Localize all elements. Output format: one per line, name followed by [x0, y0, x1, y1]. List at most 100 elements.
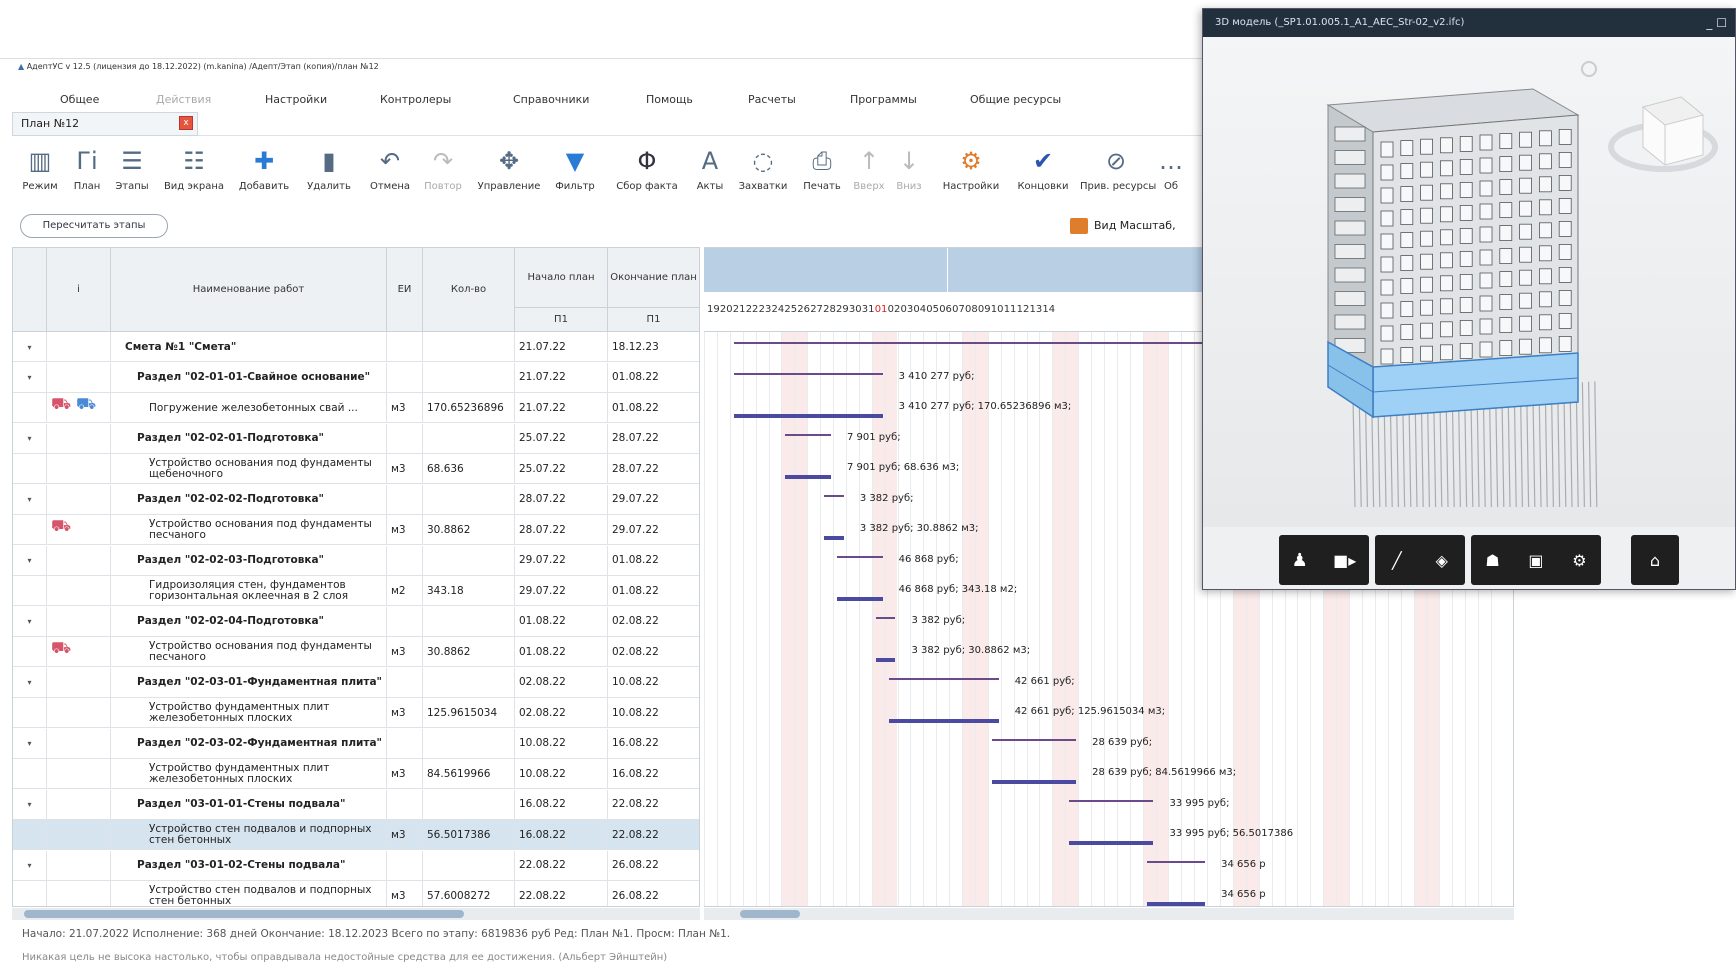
table-row[interactable]: ▾ Раздел "02-01-01-Свайное основание" 21.0… [13, 362, 699, 393]
expand-toggle-icon[interactable] [13, 515, 47, 545]
toolbar-button-stages[interactable]: ☰ Этапы [110, 144, 154, 200]
table-row[interactable]: ▾ Раздел "02-03-01-Фундаментная плита" 02.… [13, 667, 699, 698]
task-bar[interactable] [875, 658, 896, 662]
toolbar-button-endings[interactable]: ✔ Концовки [1010, 144, 1076, 200]
table-row[interactable]: Устройство стен подвалов и подпорных сте… [13, 881, 699, 906]
table-row[interactable]: ⛟ Устройство основания под фундаменты пес… [13, 515, 699, 545]
properties-icon[interactable]: ▣ [1528, 551, 1543, 570]
cube-icon[interactable]: ◈ [1436, 551, 1448, 570]
gantt-hscrollbar[interactable] [704, 908, 1514, 920]
table-row[interactable]: ⛟ ⛟ Погружение железобетонных свай ... м3 17… [13, 393, 699, 423]
ruler-icon[interactable]: ╱ [1392, 551, 1402, 570]
col-info-header[interactable]: i [47, 248, 111, 332]
toolbar-button-redo[interactable]: ↷ Повтор [420, 144, 466, 200]
toolbar-button-filter[interactable]: ▼ Фильтр [550, 144, 600, 200]
toolbar-button-more[interactable]: … Об [1156, 144, 1186, 200]
menu-item-5[interactable]: Помощь [646, 93, 693, 106]
summary-bar[interactable] [733, 372, 883, 375]
toolbar-button-trash[interactable]: ▮ Удалить [300, 144, 358, 200]
expand-toggle-icon[interactable]: ▾ [13, 606, 47, 637]
gantt-scroll-thumb[interactable] [740, 910, 800, 918]
recalculate-stages-button[interactable]: Пересчитать этапы [20, 214, 168, 238]
summary-bar[interactable] [888, 677, 999, 680]
toolbar-button-fact[interactable]: Φ Сбор факта [610, 144, 684, 200]
model-3d-titlebar[interactable]: 3D модель (_SP1.01.005.1_A1_AEC_Str-02_v… [1203, 9, 1735, 37]
menu-item-4[interactable]: Справочники [513, 93, 589, 106]
expand-toggle-icon[interactable]: ▾ [13, 789, 47, 820]
task-bar[interactable] [1146, 902, 1206, 906]
expand-toggle-icon[interactable] [13, 393, 47, 423]
menu-item-6[interactable]: Расчеты [748, 93, 796, 106]
toolbar-button-mode[interactable]: ▥ Режим [18, 144, 62, 200]
col-qty-header[interactable]: Кол-во [423, 248, 515, 332]
task-bar[interactable] [785, 475, 831, 479]
table-row[interactable]: ▾ Смета №1 "Смета" 21.07.22 18.12.23 [13, 332, 699, 362]
table-scroll-thumb[interactable] [24, 910, 464, 918]
expand-toggle-icon[interactable] [13, 698, 47, 728]
camera-icon[interactable]: ■▸ [1333, 551, 1356, 570]
table-hscrollbar[interactable] [12, 908, 700, 920]
expand-toggle-icon[interactable] [13, 759, 47, 789]
table-row[interactable]: ▾ Раздел "02-02-04-Подготовка" 01.08.22 02.… [13, 606, 699, 637]
toolbar-button-undo[interactable]: ↶ Отмена [366, 144, 414, 200]
window-controls[interactable]: _ ☐ [1706, 9, 1727, 37]
task-bar[interactable] [733, 414, 883, 418]
summary-bar[interactable] [1146, 860, 1206, 863]
toolbar-button-screen-view[interactable]: ☷ Вид экрана [160, 144, 228, 200]
expand-toggle-icon[interactable]: ▾ [13, 423, 47, 454]
col-start-header[interactable]: Начало план [515, 248, 608, 308]
expand-toggle-icon[interactable]: ▾ [13, 667, 47, 698]
tab-plan-12[interactable]: План №12 [12, 112, 198, 136]
menu-item-8[interactable]: Общие ресурсы [970, 93, 1061, 106]
menu-item-7[interactable]: Программы [850, 93, 917, 106]
summary-bar[interactable] [1069, 799, 1154, 802]
toolbar-button-arrow-up[interactable]: ↑ Вверх [852, 144, 886, 200]
summary-bar[interactable] [837, 555, 883, 558]
expand-toggle-icon[interactable]: ▾ [13, 484, 47, 515]
table-row[interactable]: Устройство основания под фундаменты щебе… [13, 454, 699, 484]
menu-item-1[interactable]: Действия [156, 93, 211, 106]
toolbar-button-print[interactable]: ⎙ Печать [798, 144, 846, 200]
expand-toggle-icon[interactable] [13, 881, 47, 906]
table-row[interactable]: ▾ Раздел "02-02-03-Подготовка" 29.07.22 01.… [13, 545, 699, 576]
toolbar-button-arrow-down[interactable]: ↓ Вниз [892, 144, 926, 200]
table-row[interactable]: ▾ Раздел "03-01-01-Стены подвала" 16.08.22… [13, 789, 699, 820]
building-model[interactable] [1326, 88, 1580, 419]
task-bar[interactable] [837, 597, 883, 601]
table-row[interactable]: ▾ Раздел "02-03-02-Фундаментная плита" 10.… [13, 728, 699, 759]
person-icon[interactable]: ♟ [1292, 550, 1308, 571]
toolbar-button-grips[interactable]: ◌ Захватки [734, 144, 792, 200]
toolbar-button-settings[interactable]: ⚙ Настройки [938, 144, 1004, 200]
view-scale-button[interactable]: Вид Масштаб, [1070, 214, 1176, 238]
table-row[interactable]: Устройство стен подвалов и подпорных сте… [13, 820, 699, 850]
settings-icon[interactable]: ⚙ [1572, 551, 1586, 570]
toolbar-button-acts[interactable]: A Акты [692, 144, 728, 200]
toolbar-button-plan[interactable]: Гi План [68, 144, 106, 200]
table-row[interactable]: ▾ Раздел "03-01-02-Стены подвала" 22.08.22… [13, 850, 699, 881]
expand-toggle-icon[interactable]: ▾ [13, 728, 47, 759]
table-row[interactable]: Устройство фундаментных плит железобетон… [13, 698, 699, 728]
col-end-header[interactable]: Окончание план [608, 248, 699, 308]
expand-toggle-icon[interactable]: ▾ [13, 332, 47, 362]
summary-bar[interactable] [875, 616, 896, 619]
expand-toggle-icon[interactable] [13, 820, 47, 850]
expand-toggle-icon[interactable]: ▾ [13, 362, 47, 393]
task-bar[interactable] [888, 719, 999, 723]
task-bar[interactable] [824, 536, 844, 540]
building-model-view[interactable] [1203, 37, 1735, 527]
table-row[interactable]: ▾ Раздел "02-02-01-Подготовка" 25.07.22 28.… [13, 423, 699, 454]
col-name-header[interactable]: Наименование работ [111, 248, 387, 332]
close-tab-icon[interactable]: x [179, 116, 193, 130]
table-row[interactable]: Устройство фундаментных плит железобетон… [13, 759, 699, 789]
menu-item-0[interactable]: Общее [60, 93, 99, 106]
expand-toggle-icon[interactable] [13, 576, 47, 606]
expand-toggle-icon[interactable]: ▾ [13, 545, 47, 576]
table-row[interactable]: Гидроизоляция стен, фундаментов горизонт… [13, 576, 699, 606]
home-icon[interactable]: ⌂ [1650, 551, 1660, 570]
toolbar-button-move[interactable]: ✥ Управление [472, 144, 546, 200]
summary-bar[interactable] [824, 494, 844, 497]
expand-toggle-icon[interactable]: ▾ [13, 850, 47, 881]
summary-bar[interactable] [785, 433, 831, 436]
task-bar[interactable] [991, 780, 1077, 784]
expand-toggle-icon[interactable] [13, 637, 47, 667]
